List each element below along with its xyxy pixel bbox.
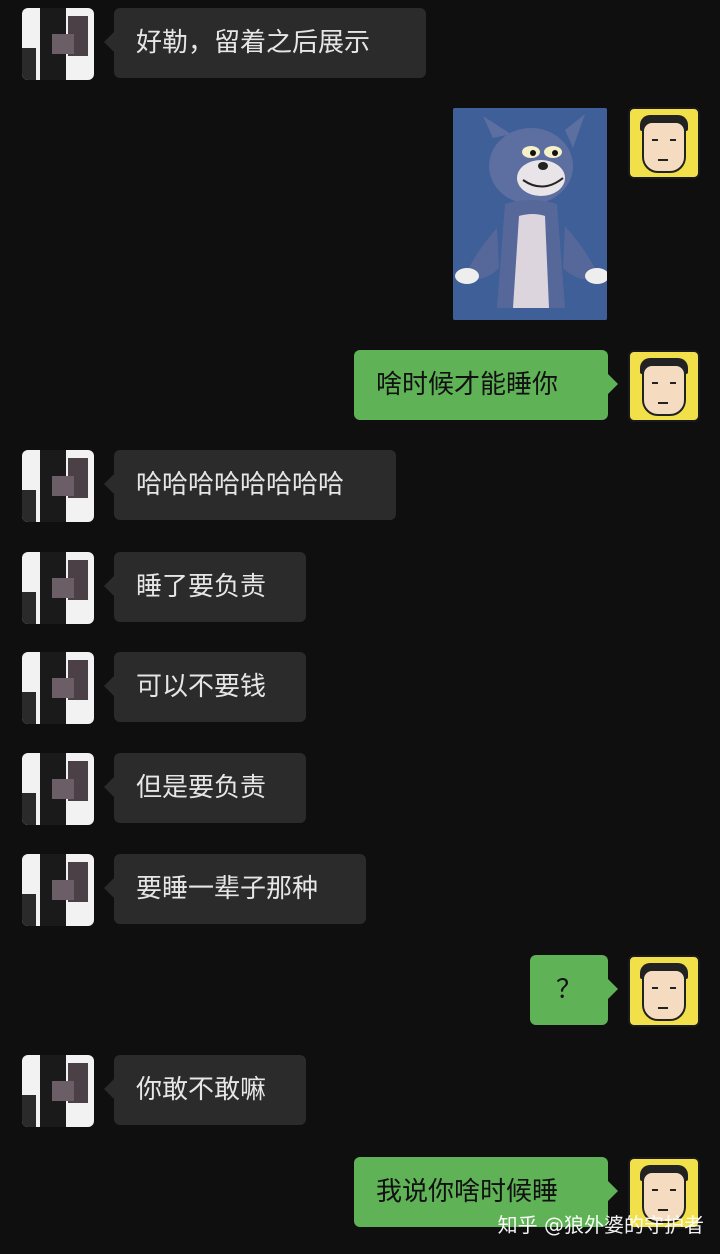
message-row: 啥时候才能睡你 bbox=[0, 350, 720, 422]
contact-avatar[interactable] bbox=[22, 854, 94, 926]
message-row: 但是要负责 bbox=[0, 753, 720, 825]
message-row: 要睡一辈子那种 bbox=[0, 854, 720, 926]
contact-avatar[interactable] bbox=[22, 8, 94, 80]
self-avatar[interactable] bbox=[628, 955, 700, 1027]
message-row: 睡了要负责 bbox=[0, 552, 720, 624]
incoming-message-bubble[interactable]: 要睡一辈子那种 bbox=[104, 854, 366, 924]
message-row: 可以不要钱 bbox=[0, 652, 720, 724]
incoming-message-bubble[interactable]: 哈哈哈哈哈哈哈哈 bbox=[104, 450, 396, 520]
message-row: ？ bbox=[0, 955, 720, 1027]
contact-avatar[interactable] bbox=[22, 1055, 94, 1127]
contact-avatar[interactable] bbox=[22, 753, 94, 825]
message-row: 哈哈哈哈哈哈哈哈 bbox=[0, 450, 720, 522]
message-row bbox=[0, 107, 720, 321]
outgoing-message-bubble[interactable]: ？ bbox=[530, 955, 618, 1025]
incoming-message-bubble[interactable]: 睡了要负责 bbox=[104, 552, 306, 622]
message-row: 你敢不敢嘛 bbox=[0, 1055, 720, 1127]
tom-cat-sticker-image[interactable] bbox=[453, 108, 607, 320]
watermark: 知乎 @狼外婆的守护者 bbox=[497, 1213, 704, 1237]
contact-avatar[interactable] bbox=[22, 552, 94, 624]
self-avatar[interactable] bbox=[628, 350, 700, 422]
self-avatar[interactable] bbox=[628, 107, 700, 179]
contact-avatar[interactable] bbox=[22, 652, 94, 724]
outgoing-message-bubble[interactable]: 啥时候才能睡你 bbox=[354, 350, 618, 420]
incoming-message-bubble[interactable]: 你敢不敢嘛 bbox=[104, 1055, 306, 1125]
incoming-message-bubble[interactable]: 可以不要钱 bbox=[104, 652, 306, 722]
incoming-message-bubble[interactable]: 好勒，留着之后展示 bbox=[104, 8, 426, 78]
incoming-message-bubble[interactable]: 但是要负责 bbox=[104, 753, 306, 823]
message-row: 好勒，留着之后展示 bbox=[0, 8, 720, 80]
contact-avatar[interactable] bbox=[22, 450, 94, 522]
